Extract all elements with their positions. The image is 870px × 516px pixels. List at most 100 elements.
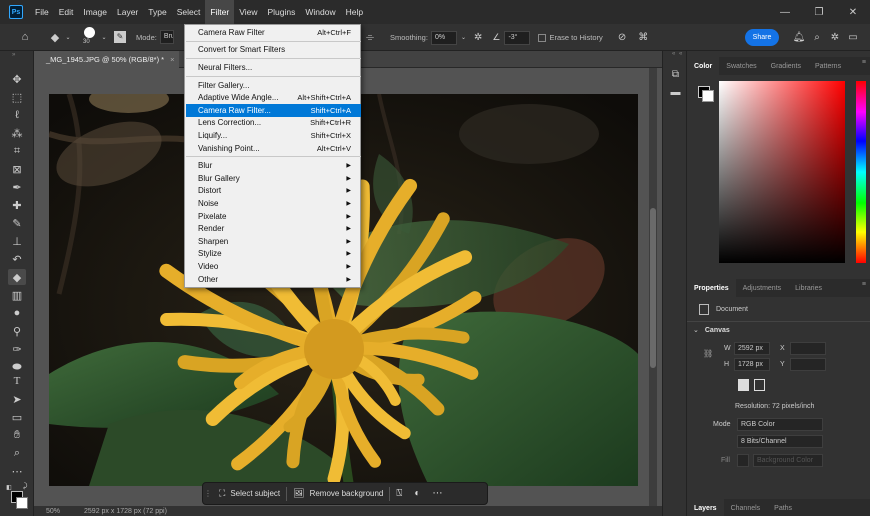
properties-panel-tab-properties[interactable]: Properties xyxy=(687,279,736,297)
menu-edit[interactable]: Edit xyxy=(54,0,79,24)
home-icon[interactable]: ⌂ xyxy=(16,31,34,43)
color-panel-tab-swatches[interactable]: Swatches xyxy=(719,57,763,75)
filter-menu-item-filter-gallery[interactable]: Filter Gallery... xyxy=(186,79,361,92)
filter-menu-item-liquify[interactable]: Liquify... Shift+Ctrl+X xyxy=(186,129,361,142)
menu-type[interactable]: Type xyxy=(143,0,171,24)
menu-select[interactable]: Select xyxy=(172,0,206,24)
maximize-icon[interactable]: ❐ xyxy=(802,0,836,24)
landscape-orientation-icon[interactable] xyxy=(754,379,765,391)
y-input[interactable] xyxy=(790,358,826,371)
remove-background-button[interactable]: 🖼︎ Remove background xyxy=(287,483,389,504)
marquee-tool-icon[interactable]: ⬚ xyxy=(8,89,26,105)
bit-depth-select[interactable]: 8 Bits/Channel xyxy=(737,435,823,448)
hand-tool-icon[interactable]: ✋︎ xyxy=(8,427,26,443)
filter-menu-item-pixelate[interactable]: Pixelate ▶ xyxy=(186,210,361,223)
layers-panel-tab-channels[interactable]: Channels xyxy=(724,499,768,516)
menu-file[interactable]: File xyxy=(30,0,54,24)
eraser-tool-icon[interactable]: ◆ xyxy=(8,269,26,285)
more-tools-icon[interactable]: ⋯ xyxy=(8,463,26,479)
menu-layer[interactable]: Layer xyxy=(112,0,143,24)
clone-stamp-tool-icon[interactable]: ⊥ xyxy=(8,233,26,249)
comments-panel-icon[interactable]: ▬ xyxy=(669,87,682,100)
width-input[interactable]: 2592 px xyxy=(734,342,770,355)
filter-menu-item-adaptive-wide-angle[interactable]: Adaptive Wide Angle... Alt+Shift+Ctrl+A xyxy=(186,91,361,104)
minimize-icon[interactable]: — xyxy=(768,0,802,24)
select-subject-button[interactable]: ⛶ Select subject xyxy=(213,483,286,504)
filter-menu-item-convert-for-smart-filters[interactable]: Convert for Smart Filters xyxy=(186,44,361,57)
fill-select[interactable]: Background Color xyxy=(753,454,823,467)
symmetry-icon[interactable]: ⌘ xyxy=(638,32,648,43)
collapse-panels-icon[interactable]: « xyxy=(672,51,675,57)
brush-preset-picker[interactable]: 30 xyxy=(80,26,100,48)
background-color-swatch[interactable] xyxy=(16,497,28,509)
zoom-tool-icon[interactable]: ⌕ xyxy=(8,445,26,461)
link-icon[interactable]: ⛓ xyxy=(703,349,713,358)
menu-window[interactable]: Window xyxy=(300,0,340,24)
hue-slider[interactable] xyxy=(856,81,866,263)
collapse-panels-icon[interactable]: « xyxy=(679,51,682,57)
gradient-tool-icon[interactable]: ▥ xyxy=(8,287,26,303)
chevron-down-icon[interactable]: ⌄ xyxy=(64,34,72,41)
filter-menu-item-render[interactable]: Render ▶ xyxy=(186,222,361,235)
filter-menu-item-stylize[interactable]: Stylize ▶ xyxy=(186,248,361,261)
panel-menu-icon[interactable]: ≡ xyxy=(862,281,866,288)
color-panel-tab-gradients[interactable]: Gradients xyxy=(764,57,808,75)
workspace-icon[interactable]: ▭ xyxy=(844,32,862,43)
chevron-down-icon[interactable]: ⌄ xyxy=(461,34,466,41)
filter-menu-item-vanishing-point[interactable]: Vanishing Point... Alt+Ctrl+V xyxy=(186,142,361,155)
dodge-tool-icon[interactable]: ⚲ xyxy=(8,323,26,339)
filter-menu-item-distort[interactable]: Distort ▶ xyxy=(186,185,361,198)
x-input[interactable] xyxy=(790,342,826,355)
filter-menu-item-camera-raw-filter[interactable]: Camera Raw Filter Alt+Ctrl+F xyxy=(186,26,361,39)
adjustment-button[interactable]: ◐ xyxy=(408,483,426,504)
filter-menu-item-camera-raw-filter[interactable]: Camera Raw Filter... Shift+Ctrl+A xyxy=(186,104,361,117)
properties-panel-tab-libraries[interactable]: Libraries xyxy=(788,279,829,297)
discover-icon[interactable]: ✲ xyxy=(826,32,844,43)
properties-panel-tab-adjustments[interactable]: Adjustments xyxy=(736,279,789,297)
lasso-tool-icon[interactable]: ℓ xyxy=(8,107,26,123)
blur-tool-icon[interactable]: ● xyxy=(8,305,26,321)
menu-filter[interactable]: Filter xyxy=(205,0,235,24)
color-panel-background-swatch[interactable] xyxy=(702,90,714,102)
fill-swatch[interactable] xyxy=(737,454,749,467)
color-panel-tab-patterns[interactable]: Patterns xyxy=(808,57,848,75)
vertical-scrollbar[interactable] xyxy=(649,68,657,506)
crop-tool-icon[interactable]: ⌗ xyxy=(8,143,26,159)
canvas-section-header[interactable]: ⌄ Canvas xyxy=(687,326,870,335)
history-brush-tool-icon[interactable]: ↶ xyxy=(8,251,26,267)
filter-menu-item-neural-filters[interactable]: Neural Filters... xyxy=(186,61,361,74)
scrollbar-thumb[interactable] xyxy=(650,208,656,368)
brush-tool-icon[interactable]: ✎ xyxy=(8,215,26,231)
path-selection-tool-icon[interactable]: ➤ xyxy=(8,391,26,407)
magic-wand-tool-icon[interactable]: ⁂ xyxy=(8,125,26,141)
height-input[interactable]: 1728 px xyxy=(734,358,770,371)
zoom-level[interactable]: 50% xyxy=(46,508,60,515)
close-icon[interactable]: ✕ xyxy=(836,0,870,24)
drag-handle-icon[interactable]: ⋮ xyxy=(203,489,213,498)
menu-view[interactable]: View xyxy=(234,0,262,24)
search-icon[interactable]: ⌕ xyxy=(808,32,826,43)
filter-menu-item-video[interactable]: Video ▶ xyxy=(186,260,361,273)
bell-icon[interactable]: 🔔︎ xyxy=(790,32,808,43)
smoothing-options-gear-icon[interactable]: ✲ xyxy=(474,32,482,43)
mode-select[interactable]: Bru xyxy=(159,30,174,44)
type-tool-icon[interactable]: T xyxy=(8,373,26,389)
airbrush-icon[interactable]: ⌯ xyxy=(366,32,380,43)
share-button[interactable]: Share xyxy=(745,29,779,46)
panel-menu-icon[interactable]: ≡ xyxy=(862,59,866,66)
portrait-orientation-icon[interactable] xyxy=(738,379,749,391)
filter-menu-item-blur-gallery[interactable]: Blur Gallery ▶ xyxy=(186,172,361,185)
chevron-down-icon[interactable]: ⌄ xyxy=(100,34,108,41)
layers-panel-tab-paths[interactable]: Paths xyxy=(767,499,799,516)
menu-image[interactable]: Image xyxy=(78,0,112,24)
pen-tool-icon[interactable]: ✑ xyxy=(8,341,26,357)
frame-tool-icon[interactable]: ⊠ xyxy=(8,161,26,177)
filter-menu-item-other[interactable]: Other ▶ xyxy=(186,273,361,286)
eyedropper-tool-icon[interactable]: ✒ xyxy=(8,179,26,195)
brush-angle-input[interactable]: -3° xyxy=(504,30,531,45)
layers-panel-tab-layers[interactable]: Layers xyxy=(687,499,724,516)
pressure-opacity-icon[interactable]: ⊘ xyxy=(618,32,626,43)
rectangle-tool-icon[interactable]: ▭ xyxy=(8,409,26,425)
filter-menu-item-lens-correction[interactable]: Lens Correction... Shift+Ctrl+R xyxy=(186,117,361,130)
transform-button[interactable]: ⍂ xyxy=(390,483,408,504)
